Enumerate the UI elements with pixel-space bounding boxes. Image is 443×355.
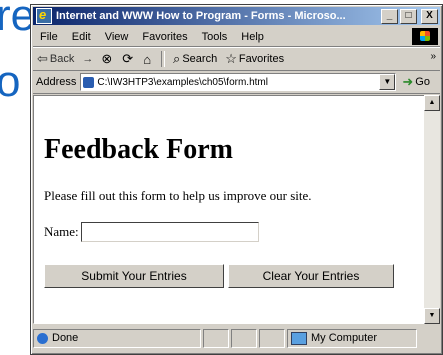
go-label: Go bbox=[415, 76, 430, 88]
search-button[interactable]: ⌕ Search bbox=[169, 51, 221, 67]
page-viewport: Feedback Form Please fill out this form … bbox=[33, 95, 425, 324]
status-blank-cell-3 bbox=[259, 328, 285, 348]
address-bar: Address C:\IW3HTP3\examples\ch05\form.ht… bbox=[33, 71, 440, 94]
back-label: Back bbox=[49, 53, 75, 65]
status-bar: Done My Computer bbox=[33, 327, 440, 349]
name-input[interactable] bbox=[80, 222, 259, 242]
refresh-icon: ⟳ bbox=[122, 51, 134, 66]
stop-icon: ⊗ bbox=[101, 51, 113, 66]
menu-edit[interactable]: Edit bbox=[65, 31, 98, 43]
browser-window: Internet and WWW How to Program - Forms … bbox=[30, 4, 443, 355]
maximize-button[interactable]: □ bbox=[400, 8, 417, 24]
menu-file[interactable]: File bbox=[33, 31, 65, 43]
forward-arrow-icon: → bbox=[82, 53, 94, 65]
windows-logo-icon bbox=[412, 28, 438, 45]
minimize-button[interactable]: _ bbox=[381, 8, 398, 24]
page-icon bbox=[83, 76, 95, 88]
home-button[interactable]: ⌂ bbox=[139, 52, 157, 67]
search-label: Search bbox=[182, 53, 218, 65]
address-input[interactable]: C:\IW3HTP3\examples\ch05\form.html ▼ bbox=[80, 73, 397, 91]
toolbar-separator bbox=[161, 51, 166, 67]
favorites-label: Favorites bbox=[238, 53, 285, 65]
background-slide-text-2: o bbox=[0, 57, 21, 106]
home-icon: ⌂ bbox=[143, 51, 152, 67]
address-value: C:\IW3HTP3\examples\ch05\form.html bbox=[97, 76, 268, 88]
go-button[interactable]: ➜ Go bbox=[402, 74, 430, 90]
back-button[interactable]: ⇦ Back bbox=[33, 51, 78, 67]
forward-button[interactable]: → bbox=[78, 53, 97, 65]
zone-text: My Computer bbox=[311, 332, 378, 344]
stop-button[interactable]: ⊗ bbox=[97, 51, 118, 67]
toolbar-more-icon[interactable]: » bbox=[430, 51, 436, 62]
status-blank-cell-2 bbox=[231, 328, 257, 348]
favorites-icon: ☆ bbox=[225, 51, 237, 66]
menu-help[interactable]: Help bbox=[234, 31, 271, 43]
vertical-scrollbar[interactable]: ▲ ▼ bbox=[424, 95, 440, 324]
close-button[interactable]: X bbox=[421, 8, 438, 24]
status-blank-cell bbox=[203, 328, 229, 348]
page-done-icon bbox=[37, 332, 48, 344]
address-label: Address bbox=[36, 76, 77, 88]
menu-tools[interactable]: Tools bbox=[195, 31, 235, 43]
status-text-cell: Done bbox=[33, 328, 201, 348]
name-label: Name: bbox=[44, 224, 79, 239]
clear-button[interactable]: Clear Your Entries bbox=[228, 264, 394, 288]
page-title: Feedback Form bbox=[44, 134, 233, 165]
address-dropdown-icon[interactable]: ▼ bbox=[379, 74, 396, 90]
scroll-up-icon[interactable]: ▲ bbox=[424, 95, 440, 111]
scroll-down-icon[interactable]: ▼ bbox=[424, 308, 440, 324]
window-title: Internet and WWW How to Program - Forms … bbox=[56, 10, 346, 22]
title-bar[interactable]: Internet and WWW How to Program - Forms … bbox=[33, 7, 440, 25]
ie-icon bbox=[36, 7, 52, 24]
toolbar: ⇦ Back → ⊗ ⟳ ⌂ ⌕ Search ☆ Favorites » bbox=[33, 47, 440, 71]
status-text: Done bbox=[52, 332, 79, 344]
zone-cell: My Computer bbox=[287, 328, 417, 348]
refresh-button[interactable]: ⟳ bbox=[118, 51, 139, 67]
menu-view[interactable]: View bbox=[98, 31, 136, 43]
menu-favorites[interactable]: Favorites bbox=[135, 31, 194, 43]
menu-bar: File Edit View Favorites Tools Help bbox=[33, 27, 440, 47]
go-arrow-icon: ➜ bbox=[402, 74, 414, 89]
intro-text: Please fill out this form to help us imp… bbox=[44, 188, 312, 203]
favorites-button[interactable]: ☆ Favorites bbox=[221, 51, 288, 67]
computer-icon bbox=[291, 331, 307, 345]
back-arrow-icon: ⇦ bbox=[37, 51, 48, 66]
search-icon: ⌕ bbox=[173, 51, 181, 66]
name-row: Name: bbox=[44, 222, 259, 242]
submit-button[interactable]: Submit Your Entries bbox=[44, 264, 224, 288]
